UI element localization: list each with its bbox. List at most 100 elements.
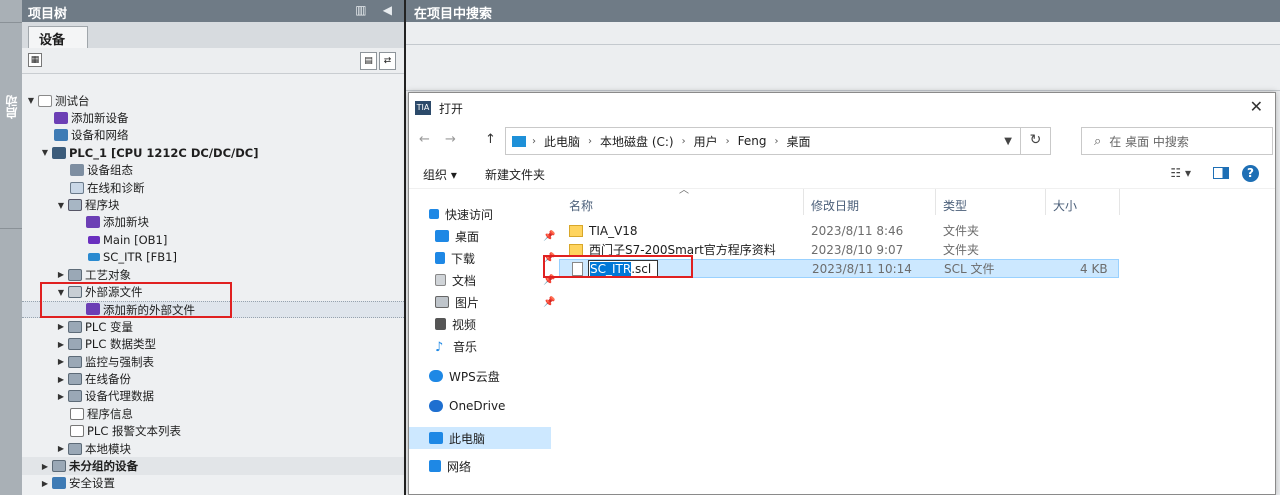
expand-arrow-icon[interactable]: ▼ [40,148,50,157]
tree-item-devices-networks[interactable]: 设备和网络 [22,127,404,144]
tree-item-watch-force-tables[interactable]: ▶ 监控与强制表 [22,353,404,370]
strip-divider [0,22,22,23]
start-strip[interactable]: 启动 [0,0,22,495]
nav-quick-access[interactable]: 快速访问 [429,203,493,225]
tree-item-sc-itr-fb1[interactable]: SC_ITR [FB1] [22,249,404,266]
expand-arrow-icon[interactable]: ▼ [26,96,36,105]
new-folder-button[interactable]: 新建文件夹 [485,166,545,183]
computer-icon [429,432,443,444]
tree-view-icon[interactable]: ▦ [28,53,42,67]
nav-downloads[interactable]: 下载 📌 [435,247,555,269]
tree-item-plc-data-types[interactable]: ▶ PLC 数据类型 [22,336,404,353]
collapse-panel-icon[interactable]: ▥ ◀ [355,3,398,17]
breadcrumb[interactable]: 用户 [694,133,718,150]
expand-arrow-icon[interactable]: ▶ [40,479,50,488]
nav-onedrive[interactable]: OneDrive [429,395,505,417]
pin-icon[interactable]: 📌 [543,231,555,242]
security-icon [52,477,66,490]
column-type[interactable]: 类型 [943,197,967,214]
breadcrumb[interactable]: Feng [738,134,767,148]
tree-item-program-info[interactable]: 程序信息 [22,405,404,422]
up-icon[interactable]: ↑ [485,132,496,147]
column-date[interactable]: 修改日期 [811,197,859,214]
chevron-right-icon: › [774,135,779,147]
file-type: 文件夹 [943,224,980,238]
program-blocks-icon [68,199,82,212]
nav-videos[interactable]: 视频 [435,313,476,335]
preview-pane-icon[interactable] [1213,167,1229,179]
expand-arrow-icon[interactable]: ▶ [56,340,66,349]
nav-documents[interactable]: 文档 📌 [435,269,555,291]
expand-arrow-icon[interactable]: ▼ [56,201,66,210]
nav-network[interactable]: 网络 [429,455,471,477]
breadcrumb[interactable]: 本地磁盘 (C:) [600,133,674,150]
close-icon[interactable]: ✕ [1250,97,1263,116]
tree-item-online-backups[interactable]: ▶ 在线备份 [22,370,404,387]
back-icon[interactable]: ← [419,132,430,147]
tree-item-label: 程序块 [85,198,120,213]
search-input[interactable]: ⌕ 在 桌面 中搜索 [1081,127,1273,155]
overview-icon[interactable]: ▤ [360,52,377,70]
tab-devices[interactable]: 设备 [28,26,88,48]
tree-item-device-config[interactable]: 设备组态 [22,162,404,179]
breadcrumb[interactable]: 此电脑 [544,133,580,150]
column-divider[interactable] [1045,189,1046,215]
file-row[interactable]: TIA_V18 2023/8/11 8:46 文件夹 [559,221,1119,240]
column-divider[interactable] [935,189,936,215]
desktop-icon [435,230,449,242]
expand-arrow-icon[interactable]: ▶ [56,357,66,366]
organize-button[interactable]: 组织 ▾ [423,166,457,183]
nav-this-pc[interactable]: 此电脑 [429,427,485,449]
tree-item-plc[interactable]: ▼ PLC_1 [CPU 1212C DC/DC/DC] [22,144,404,161]
tree-item-add-block[interactable]: 添加新块 [22,214,404,231]
tree-item-program-blocks[interactable]: ▼ 程序块 [22,196,404,213]
dialog-title: 打开 [439,102,464,116]
chevron-down-icon[interactable]: ▼ [1004,136,1012,147]
breadcrumb[interactable]: 桌面 [787,133,811,150]
tree-gap [22,74,404,92]
tree-item-device-proxy-data[interactable]: ▶ 设备代理数据 [22,388,404,405]
nav-music[interactable]: ♪ 音乐 [435,335,477,357]
tree-item-main-ob1[interactable]: Main [OB1] [22,231,404,248]
refresh-icon[interactable]: ↻ [1020,127,1050,155]
tree-item-plc-tags[interactable]: ▶ PLC 变量 [22,318,404,335]
command-bar: 组织 ▾ 新建文件夹 ☷ ▾ ? [409,159,1275,189]
expand-arrow-icon[interactable]: ▶ [56,375,66,384]
expand-arrow-icon[interactable]: ▶ [56,322,66,331]
expand-arrow-icon[interactable]: ▶ [56,392,66,401]
tree-item-local-modules[interactable]: ▶ 本地模块 [22,440,404,457]
tree-item-alarm-text-lists[interactable]: PLC 报警文本列表 [22,423,404,440]
tree-item-label: 工艺对象 [85,267,131,282]
nav-desktop[interactable]: 桌面 📌 [435,225,555,247]
expand-arrow-icon[interactable]: ▶ [56,270,66,279]
column-name[interactable]: 名称 [569,197,593,214]
diagnostics-icon [70,181,84,194]
expand-arrow-icon[interactable]: ▶ [56,444,66,453]
tree-item-technology-objects[interactable]: ▶ 工艺对象 [22,266,404,283]
column-divider[interactable] [803,189,804,215]
sync-icon[interactable]: ⇄ [379,52,396,70]
column-divider[interactable] [1119,189,1120,215]
view-options-icon[interactable]: ☷ ▾ [1170,166,1191,180]
nav-label: 快速访问 [445,207,494,222]
tree-item-ungrouped-devices[interactable]: ▶ 未分组的设备 [22,457,404,475]
tree-toolbar-buttons: ▤ ⇄ [360,52,396,70]
tree-item-online-diag[interactable]: 在线和诊断 [22,179,404,196]
tree-item-add-device[interactable]: 添加新设备 [22,109,404,126]
onedrive-icon [429,400,443,412]
star-icon [429,209,439,219]
column-size[interactable]: 大小 [1053,197,1077,214]
highlight-box [40,282,232,318]
pin-icon[interactable]: 📌 [543,297,555,308]
start-label[interactable]: 启动 [3,95,20,119]
tree-item-security-settings[interactable]: ▶ 安全设置 [22,475,404,492]
nav-pictures[interactable]: 图片 📌 [435,291,555,313]
nav-label: OneDrive [449,399,506,413]
project-icon [38,94,52,107]
expand-arrow-icon[interactable]: ▶ [40,462,50,471]
forward-icon[interactable]: → [445,132,456,147]
address-bar[interactable]: › 此电脑 › 本地磁盘 (C:) › 用户 › Feng › 桌面 ▼ ↻ [505,127,1051,155]
nav-wps-cloud[interactable]: WPS云盘 [429,365,500,387]
help-icon[interactable]: ? [1242,165,1259,182]
tree-item-project[interactable]: ▼ 测试台 [22,92,404,109]
